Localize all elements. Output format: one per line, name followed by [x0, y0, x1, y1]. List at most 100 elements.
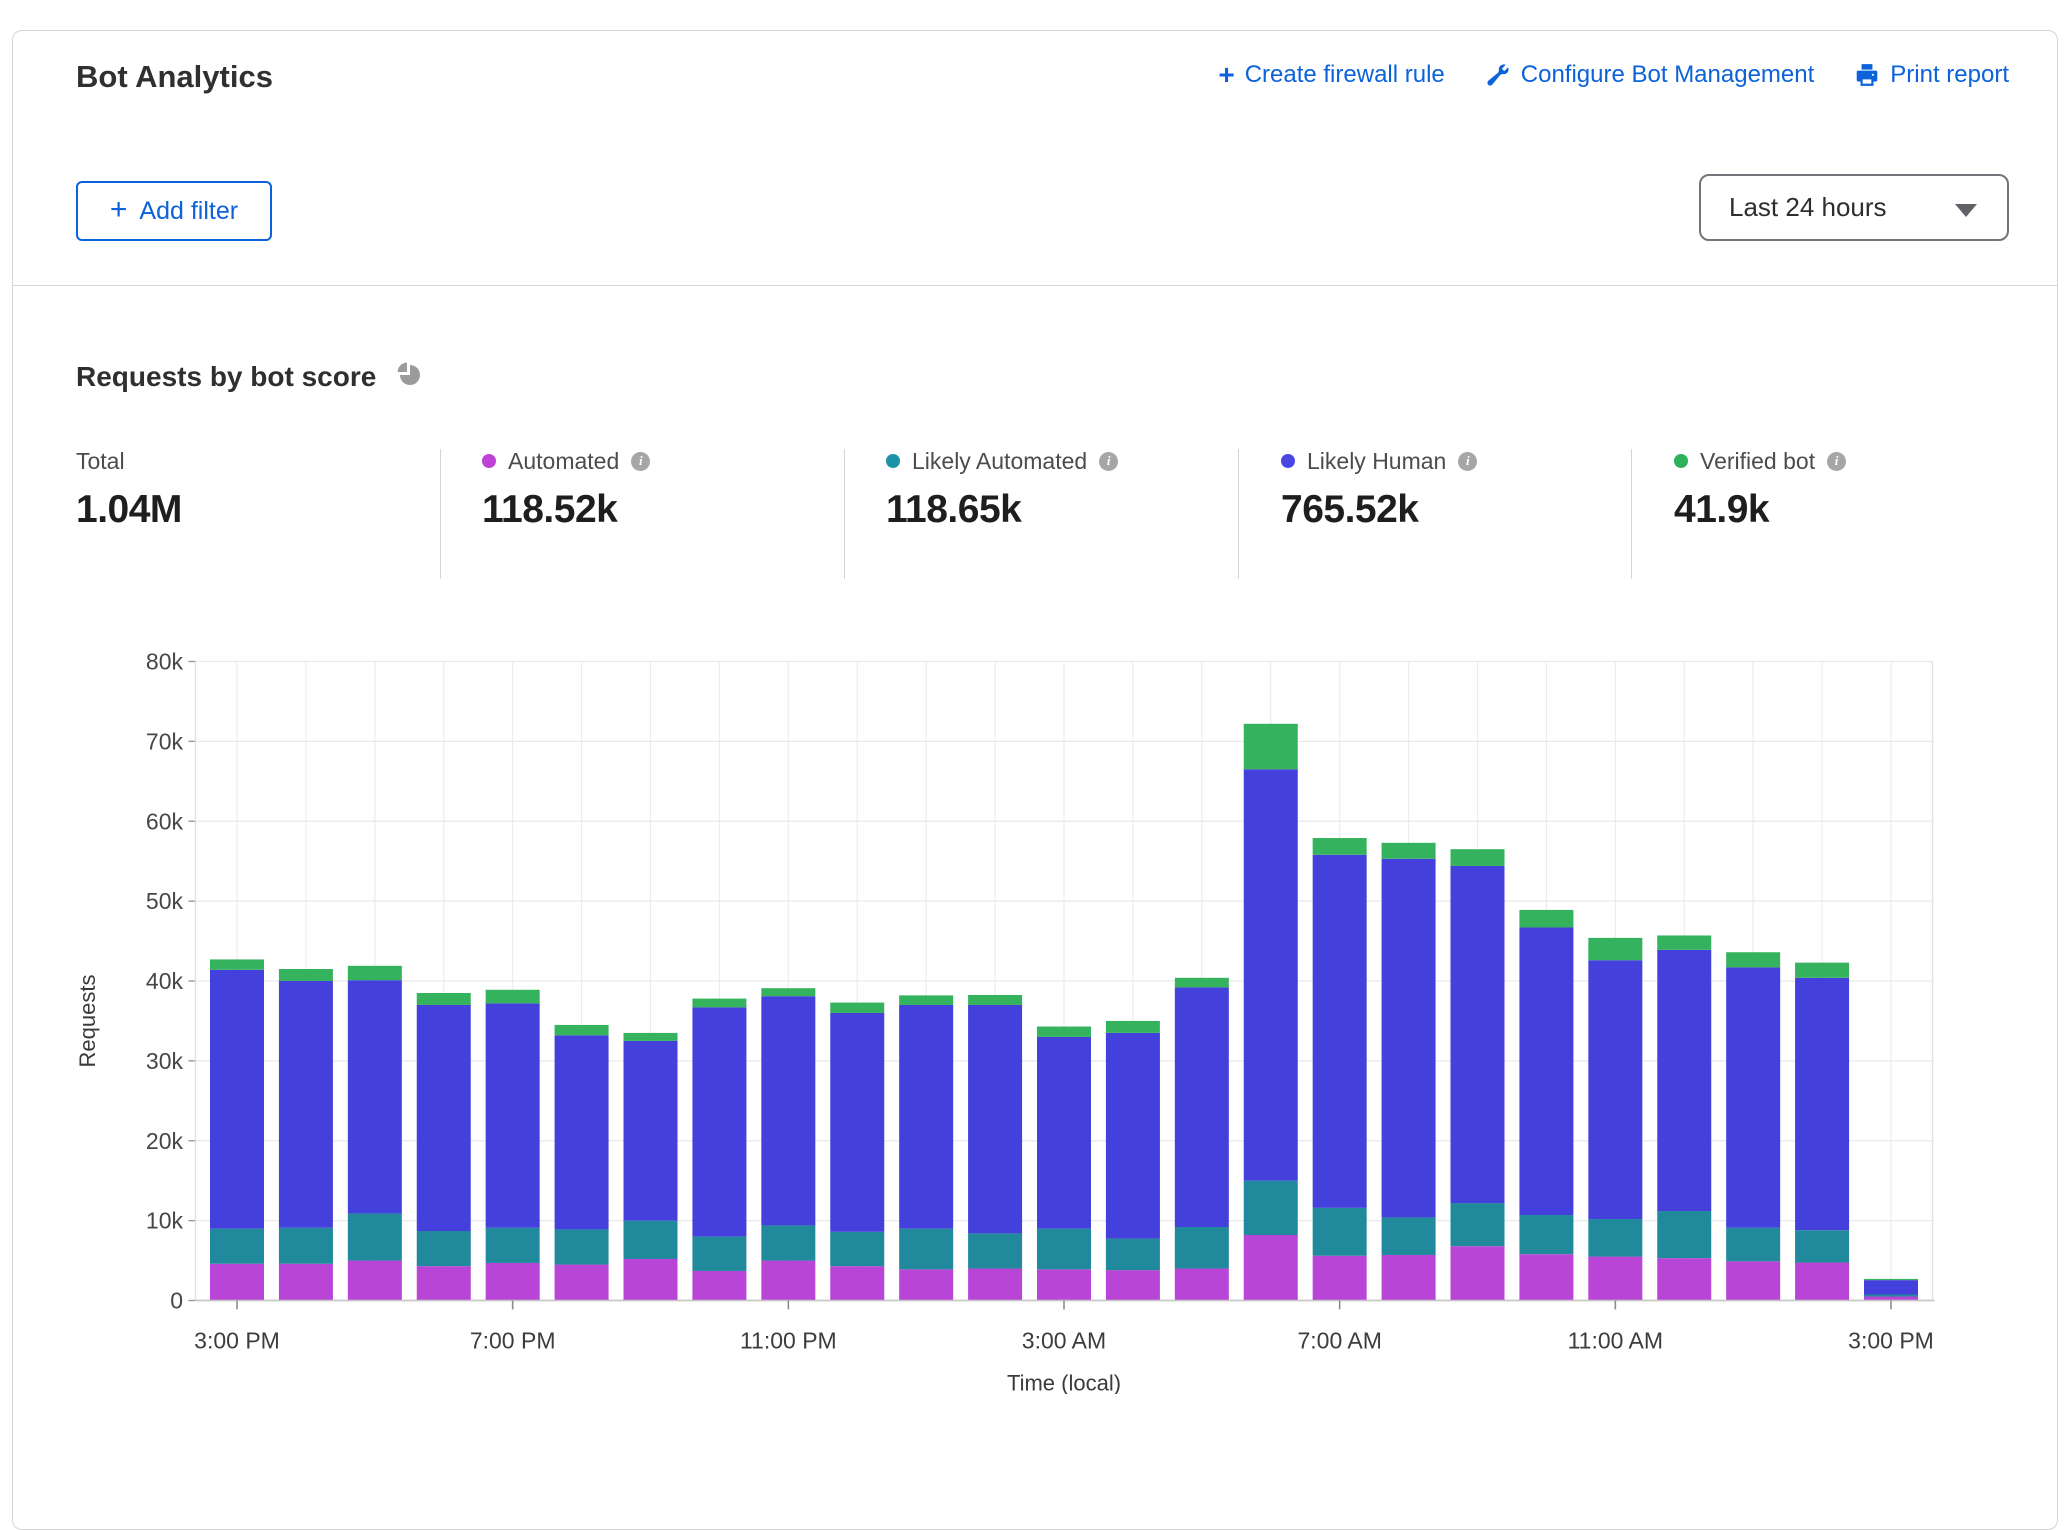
info-icon[interactable]: i	[1458, 452, 1477, 471]
bar-segment-automated[interactable]	[1382, 1255, 1436, 1301]
time-range-select[interactable]: Last 24 hours	[1699, 174, 2009, 241]
bar-segment-verified-bot[interactable]	[1726, 952, 1780, 967]
bar-segment-verified-bot[interactable]	[1657, 935, 1711, 949]
bar-segment-automated[interactable]	[1313, 1256, 1367, 1301]
bar-segment-likely-automated[interactable]	[830, 1232, 884, 1266]
bar-segment-verified-bot[interactable]	[348, 966, 402, 980]
bar-segment-automated[interactable]	[692, 1271, 746, 1301]
bar-segment-verified-bot[interactable]	[899, 995, 953, 1005]
bar-segment-likely-automated[interactable]	[1726, 1228, 1780, 1262]
bar-segment-likely-automated[interactable]	[1795, 1230, 1849, 1262]
bar-segment-automated[interactable]	[830, 1266, 884, 1300]
bar-segment-likely-human[interactable]	[899, 1005, 953, 1229]
bar-segment-automated[interactable]	[279, 1264, 333, 1301]
bar-segment-likely-automated[interactable]	[1244, 1181, 1298, 1235]
bar-segment-likely-human[interactable]	[761, 996, 815, 1225]
info-icon[interactable]: i	[631, 452, 650, 471]
bar-segment-automated[interactable]	[417, 1266, 471, 1300]
info-icon[interactable]: i	[1827, 452, 1846, 471]
bar-segment-likely-automated[interactable]	[1313, 1208, 1367, 1256]
bar-segment-automated[interactable]	[486, 1263, 540, 1301]
bar-segment-automated[interactable]	[1244, 1235, 1298, 1300]
bar-segment-likely-automated[interactable]	[1175, 1227, 1229, 1269]
bar-segment-verified-bot[interactable]	[624, 1033, 678, 1041]
bar-segment-likely-automated[interactable]	[761, 1225, 815, 1260]
bar-segment-likely-human[interactable]	[1175, 987, 1229, 1227]
bar-segment-verified-bot[interactable]	[279, 969, 333, 981]
bar-segment-likely-human[interactable]	[968, 1005, 1022, 1233]
bar-segment-automated[interactable]	[1037, 1269, 1091, 1300]
bar-segment-likely-human[interactable]	[1657, 950, 1711, 1211]
bar-segment-automated[interactable]	[1175, 1269, 1229, 1301]
configure-bot-management-link[interactable]: Configure Bot Management	[1485, 61, 1815, 89]
bar-segment-verified-bot[interactable]	[968, 995, 1022, 1005]
bar-segment-automated[interactable]	[1519, 1254, 1573, 1300]
bar-segment-likely-human[interactable]	[1726, 967, 1780, 1227]
bar-segment-likely-human[interactable]	[1106, 1033, 1160, 1239]
bar-segment-verified-bot[interactable]	[1519, 910, 1573, 928]
bar-segment-automated[interactable]	[1451, 1246, 1505, 1300]
bar-segment-likely-human[interactable]	[1588, 960, 1642, 1219]
create-firewall-rule-link[interactable]: + Create firewall rule	[1218, 61, 1444, 89]
bar-segment-likely-human[interactable]	[1795, 978, 1849, 1230]
bar-segment-likely-automated[interactable]	[1657, 1211, 1711, 1258]
bar-segment-verified-bot[interactable]	[1106, 1021, 1160, 1033]
bar-segment-likely-human[interactable]	[624, 1041, 678, 1221]
bar-segment-likely-human[interactable]	[1519, 927, 1573, 1215]
bar-segment-likely-automated[interactable]	[1519, 1215, 1573, 1254]
bar-segment-verified-bot[interactable]	[1244, 724, 1298, 770]
bar-segment-automated[interactable]	[761, 1261, 815, 1301]
bar-segment-likely-automated[interactable]	[417, 1231, 471, 1266]
bar-segment-likely-human[interactable]	[555, 1035, 609, 1229]
bar-segment-automated[interactable]	[1657, 1258, 1711, 1300]
bar-segment-automated[interactable]	[1795, 1263, 1849, 1301]
bar-segment-verified-bot[interactable]	[1175, 978, 1229, 988]
bar-segment-verified-bot[interactable]	[1313, 838, 1367, 855]
bar-segment-likely-human[interactable]	[210, 970, 264, 1229]
print-report-link[interactable]: Print report	[1854, 61, 2009, 89]
bar-segment-likely-human[interactable]	[348, 980, 402, 1213]
bar-segment-verified-bot[interactable]	[692, 999, 746, 1008]
bar-segment-likely-automated[interactable]	[486, 1228, 540, 1263]
bar-segment-automated[interactable]	[555, 1265, 609, 1301]
bar-segment-likely-automated[interactable]	[692, 1237, 746, 1271]
bar-segment-likely-automated[interactable]	[1106, 1239, 1160, 1271]
bar-segment-likely-human[interactable]	[1313, 855, 1367, 1208]
bar-segment-likely-automated[interactable]	[624, 1221, 678, 1259]
bar-segment-verified-bot[interactable]	[486, 990, 540, 1004]
bar-segment-automated[interactable]	[899, 1269, 953, 1300]
bar-segment-likely-automated[interactable]	[1037, 1229, 1091, 1270]
bar-segment-automated[interactable]	[968, 1269, 1022, 1301]
bar-segment-likely-automated[interactable]	[1451, 1203, 1505, 1246]
bar-segment-likely-automated[interactable]	[1382, 1217, 1436, 1255]
bar-segment-automated[interactable]	[1106, 1270, 1160, 1300]
bar-segment-verified-bot[interactable]	[761, 988, 815, 996]
bar-segment-likely-human[interactable]	[417, 1005, 471, 1231]
bar-segment-likely-automated[interactable]	[968, 1233, 1022, 1268]
bar-segment-verified-bot[interactable]	[1451, 849, 1505, 866]
bar-segment-verified-bot[interactable]	[1037, 1027, 1091, 1037]
bar-segment-likely-automated[interactable]	[555, 1229, 609, 1264]
bar-segment-verified-bot[interactable]	[417, 993, 471, 1005]
bar-segment-verified-bot[interactable]	[210, 959, 264, 969]
bar-segment-likely-automated[interactable]	[1864, 1295, 1918, 1297]
bar-segment-likely-human[interactable]	[1451, 866, 1505, 1203]
info-icon[interactable]: i	[1099, 452, 1118, 471]
bar-segment-likely-automated[interactable]	[1588, 1219, 1642, 1257]
bar-segment-automated[interactable]	[348, 1261, 402, 1301]
bar-segment-verified-bot[interactable]	[1382, 843, 1436, 859]
bar-segment-likely-human[interactable]	[1864, 1280, 1918, 1294]
bar-segment-likely-automated[interactable]	[279, 1228, 333, 1264]
bar-segment-verified-bot[interactable]	[830, 1003, 884, 1013]
bar-segment-likely-human[interactable]	[486, 1003, 540, 1227]
bar-segment-automated[interactable]	[210, 1264, 264, 1301]
bar-segment-likely-automated[interactable]	[348, 1213, 402, 1260]
bar-segment-automated[interactable]	[1726, 1261, 1780, 1300]
bar-segment-verified-bot[interactable]	[1864, 1279, 1918, 1280]
bar-segment-verified-bot[interactable]	[555, 1025, 609, 1035]
bar-segment-likely-human[interactable]	[279, 981, 333, 1228]
bar-segment-likely-human[interactable]	[1037, 1037, 1091, 1229]
bar-segment-likely-human[interactable]	[1382, 859, 1436, 1218]
bar-segment-likely-human[interactable]	[830, 1013, 884, 1232]
bar-segment-likely-human[interactable]	[1244, 769, 1298, 1180]
